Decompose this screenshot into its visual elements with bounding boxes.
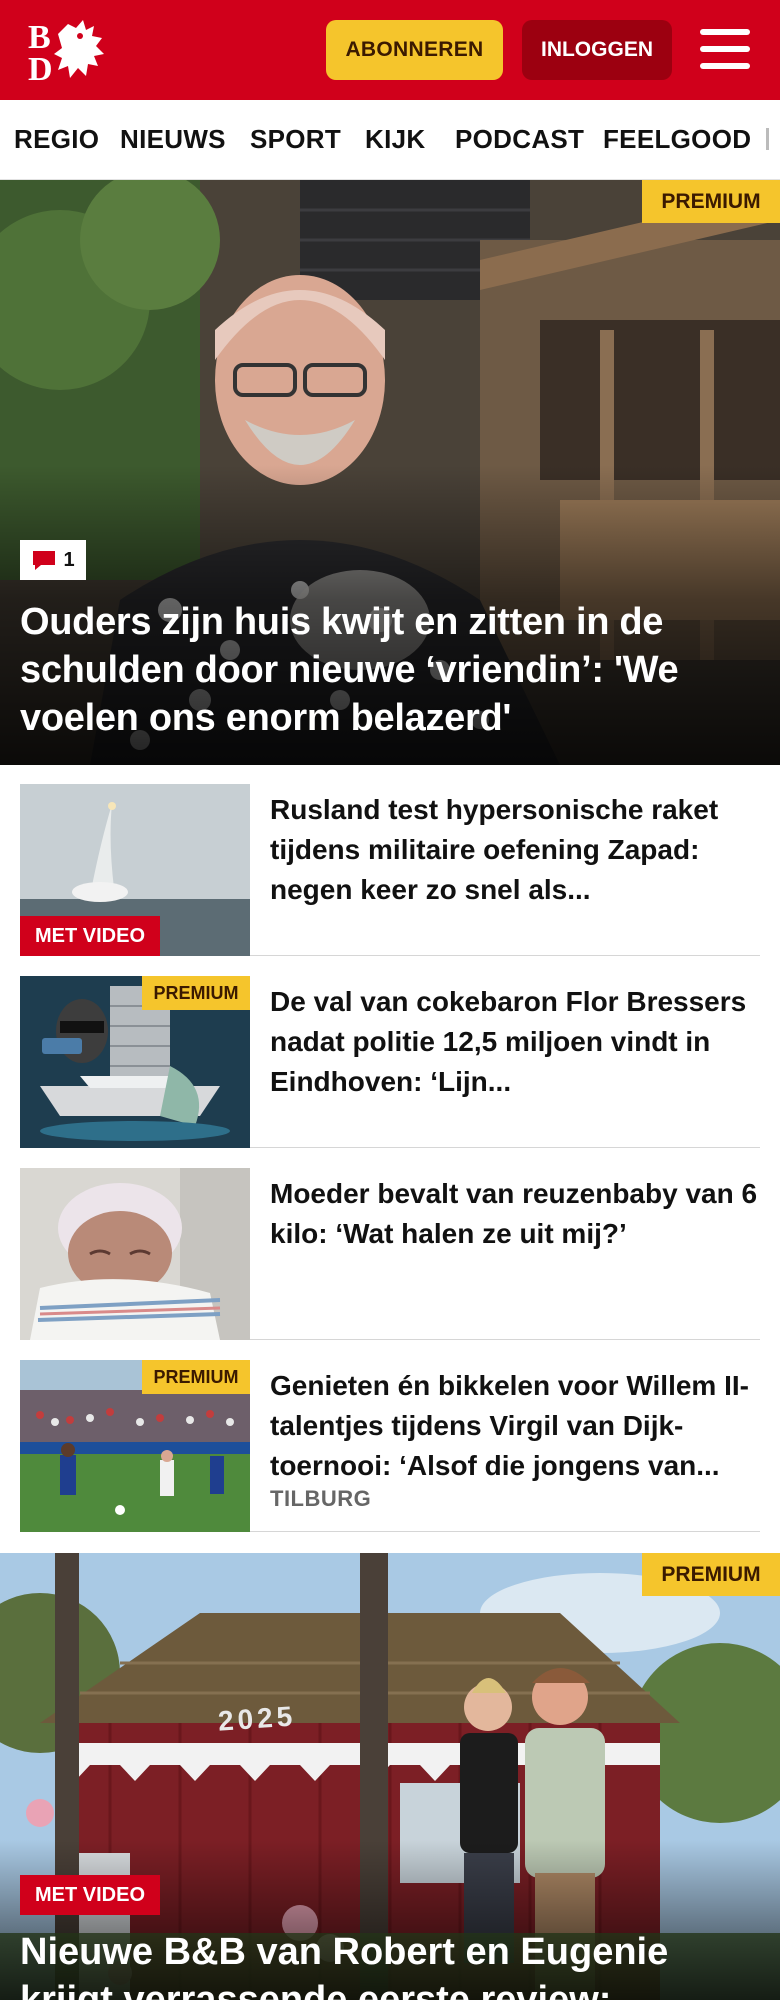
menu-icon[interactable]: [700, 25, 752, 73]
premium-badge: PREMIUM: [142, 976, 250, 1010]
site-header: B D ABONNEREN INLOGGEN: [0, 0, 780, 100]
hero-headline[interactable]: Ouders zijn huis kwijt en zitten in de s…: [20, 598, 760, 742]
nav-item-feelgood[interactable]: FEELGOOD: [603, 124, 751, 155]
subscribe-button[interactable]: ABONNEREN: [326, 20, 503, 80]
hero2-headline[interactable]: Nieuwe B&B van Robert en Eugenie krijgt …: [20, 1928, 760, 2000]
video-badge: MET VIDEO: [20, 1875, 160, 1915]
article-headline[interactable]: Genieten én bikkelen voor Willem II-tale…: [270, 1366, 760, 1486]
comment-count: 1: [63, 548, 75, 571]
article-item[interactable]: MET VIDEO Rusland test hypersonische rak…: [20, 784, 760, 956]
article-thumbnail: [20, 1168, 250, 1340]
login-button[interactable]: INLOGGEN: [522, 20, 672, 80]
svg-text:D: D: [28, 51, 53, 84]
bd-logo[interactable]: B D: [28, 16, 114, 88]
hero-article-2[interactable]: PREMIUM 2025 MET VIDEO Nieuwe B&B van Ro…: [0, 1553, 780, 2000]
article-location: TILBURG: [270, 1486, 372, 1511]
hero-article[interactable]: PREMIUM 1 Ouders zijn huis kwijt en zitt…: [0, 180, 780, 765]
article-item[interactable]: PREMIUM Genieten én bikkelen voor Willem…: [20, 1360, 760, 1532]
nav-item-regio[interactable]: REGIO: [14, 124, 99, 155]
section-nav: REGIO NIEUWS SPORT KIJK PODCAST FEELGOOD: [0, 100, 780, 180]
article-item[interactable]: Moeder bevalt van reuzenbaby van 6 kilo:…: [20, 1168, 760, 1340]
comment-count-badge[interactable]: 1: [20, 540, 86, 580]
nav-item-nieuws[interactable]: NIEUWS: [120, 124, 226, 155]
nav-item-sport[interactable]: SPORT: [250, 124, 341, 155]
article-headline[interactable]: De val van cokebaron Flor Bressers nadat…: [270, 982, 760, 1102]
premium-badge: PREMIUM: [142, 1360, 250, 1394]
nav-item-podcast[interactable]: PODCAST: [455, 124, 584, 155]
premium-badge: PREMIUM: [642, 1553, 780, 1596]
premium-badge: PREMIUM: [642, 180, 780, 223]
article-headline[interactable]: Rusland test hypersonische raket tijdens…: [270, 790, 760, 910]
nav-overflow-hint: [766, 128, 769, 150]
comment-icon: [33, 551, 56, 570]
video-badge: MET VIDEO: [20, 916, 160, 956]
article-item[interactable]: PREMIUM De val van cokebaron Flor Bresse…: [20, 976, 760, 1148]
article-headline[interactable]: Moeder bevalt van reuzenbaby van 6 kilo:…: [270, 1174, 760, 1294]
house-number: 2025: [216, 1700, 298, 1737]
nav-item-kijk[interactable]: KIJK: [365, 124, 425, 155]
